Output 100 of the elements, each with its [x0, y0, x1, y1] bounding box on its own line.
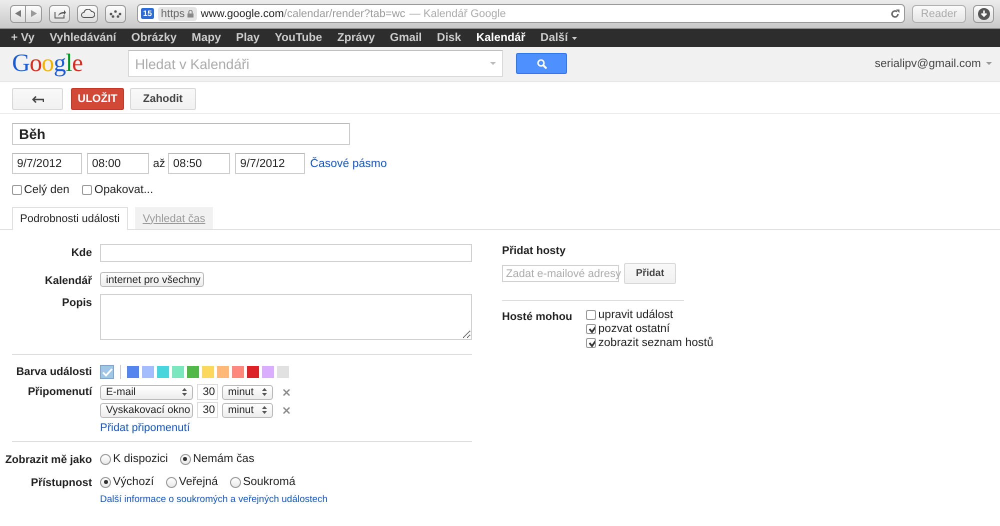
to-label: až: [153, 158, 166, 170]
page-title: — Kalendář Google: [409, 8, 506, 20]
field-label: Přístupnost: [30, 476, 92, 489]
field-label: Hosté mohou: [502, 310, 572, 325]
account-menu[interactable]: serialipv@gmail.com: [874, 58, 992, 70]
search-icon: [536, 58, 546, 68]
nav-link[interactable]: Další: [540, 32, 577, 44]
minutes-field[interactable]: 30: [197, 402, 218, 418]
color-swatch[interactable]: [202, 366, 214, 378]
radio-button[interactable]: [166, 476, 177, 488]
start-date-field[interactable]: 9/7/2012: [12, 153, 82, 174]
checkbox[interactable]: [586, 338, 596, 348]
cloud-button[interactable]: [77, 4, 98, 22]
field-label: Popis: [61, 296, 92, 309]
end-time-field[interactable]: 08:50: [168, 153, 230, 174]
unit-select[interactable]: minut: [222, 384, 273, 400]
downloads-button[interactable]: [973, 4, 994, 22]
color-swatch[interactable]: [100, 365, 114, 379]
checkbox-label: Opakovat...: [94, 184, 154, 196]
up-down-arrows-icon: [262, 406, 267, 414]
color-swatch[interactable]: [262, 366, 274, 378]
timezone-link[interactable]: Časové pásmo: [310, 158, 387, 170]
radio-button[interactable]: [180, 454, 191, 464]
nav-link[interactable]: YouTube: [274, 32, 322, 44]
color-swatch[interactable]: [277, 366, 289, 378]
calendar-select[interactable]: internet pro všechny: [100, 272, 204, 287]
color-swatch[interactable]: [232, 366, 244, 378]
add-reminder-link[interactable]: Přidat připomenutí: [100, 422, 190, 434]
forward-arrow-icon: [30, 10, 36, 17]
dots-icon: [109, 10, 122, 18]
nav-link[interactable]: Play: [236, 32, 260, 44]
top-sites-button[interactable]: [105, 4, 126, 22]
back-arrow-icon: [32, 96, 44, 102]
address-bar[interactable]: 15 https www.google.com/calendar/render?tab=wc — Kalendář Google: [137, 4, 905, 23]
description-field[interactable]: [100, 294, 472, 340]
field-label: Kde: [70, 246, 92, 259]
color-swatch[interactable]: [127, 366, 139, 378]
field-label: Kalendář: [44, 274, 92, 287]
download-icon: [978, 8, 990, 20]
location-field[interactable]: [100, 244, 472, 262]
field-label: Připomenutí: [26, 385, 92, 398]
start-time-field[interactable]: 08:00: [87, 153, 149, 174]
nav-link[interactable]: Gmail: [390, 32, 422, 44]
radio-label: K dispozici: [113, 453, 168, 465]
color-swatch[interactable]: [247, 366, 259, 378]
nav-link[interactable]: Zprávy: [337, 32, 375, 44]
reminder-method-select[interactable]: Vyskakovací okno: [100, 402, 193, 418]
nav-link[interactable]: Vyhledávání: [50, 32, 116, 44]
event-title-field[interactable]: Běh: [12, 123, 350, 145]
checkbox-label: upravit událost: [598, 309, 674, 321]
back-arrow-icon: [15, 10, 21, 17]
privacy-info-link[interactable]: Další informace o soukromých a veřejných událostech: [100, 494, 328, 505]
caret-icon: [986, 62, 992, 65]
checkbox-label: zobrazit seznam hostů: [598, 337, 714, 349]
checkbox[interactable]: [82, 185, 92, 195]
dropdown-caret-icon: [490, 62, 496, 65]
nav-link[interactable]: Obrázky: [131, 32, 177, 44]
unit-select[interactable]: minut: [222, 402, 273, 418]
color-swatch[interactable]: [172, 366, 184, 378]
back-button[interactable]: [10, 4, 26, 22]
radio-label: Veřejná: [178, 476, 218, 488]
nav-link[interactable]: + Vy: [11, 32, 35, 44]
color-swatch[interactable]: [142, 366, 154, 378]
discard-button[interactable]: Zahodit: [130, 88, 196, 110]
radio-button[interactable]: [100, 476, 111, 488]
share-button[interactable]: [49, 4, 70, 22]
radio-button[interactable]: [230, 476, 241, 488]
color-swatch[interactable]: [217, 366, 229, 378]
radio-button[interactable]: [100, 454, 111, 464]
search-button[interactable]: [516, 53, 567, 74]
close-icon[interactable]: [283, 406, 290, 414]
google-logo[interactable]: Google: [12, 51, 128, 76]
close-icon[interactable]: [283, 388, 290, 396]
tab[interactable]: Podrobnosti události: [12, 207, 128, 230]
checkbox[interactable]: [586, 310, 596, 320]
save-button[interactable]: ULOŽIT: [71, 88, 124, 110]
https-badge: https: [158, 6, 197, 20]
favicon-badge: 15: [141, 8, 154, 19]
radio-label: Nemám čas: [192, 453, 254, 465]
field-label: Barva události: [15, 365, 92, 378]
section-title: Přidat hosty: [502, 245, 567, 257]
radio-label: Výchozí: [113, 476, 154, 488]
color-swatch[interactable]: [187, 366, 199, 378]
checkbox[interactable]: [586, 324, 596, 334]
color-swatch[interactable]: [157, 366, 169, 378]
reload-icon[interactable]: [890, 8, 900, 18]
url-text: www.google.com/calendar/render?tab=wc: [200, 8, 406, 20]
nav-link[interactable]: Disk: [436, 32, 462, 44]
checkbox[interactable]: [12, 185, 22, 195]
cloud-icon: [80, 9, 94, 18]
nav-link[interactable]: Mapy: [192, 32, 222, 44]
checkbox-label: pozvat ostatní: [598, 323, 670, 335]
field-label: Zobrazit mě jako: [4, 453, 92, 466]
add-guest-button[interactable]: Přidat: [624, 263, 676, 284]
reminder-method-select[interactable]: E-mail: [100, 384, 193, 400]
checkbox-label: Celý den: [24, 184, 70, 196]
nav-link[interactable]: Kalendář: [476, 32, 526, 44]
end-date-field[interactable]: 9/7/2012: [235, 153, 306, 174]
minutes-field[interactable]: 30: [197, 384, 218, 400]
forward-button[interactable]: [26, 4, 42, 22]
